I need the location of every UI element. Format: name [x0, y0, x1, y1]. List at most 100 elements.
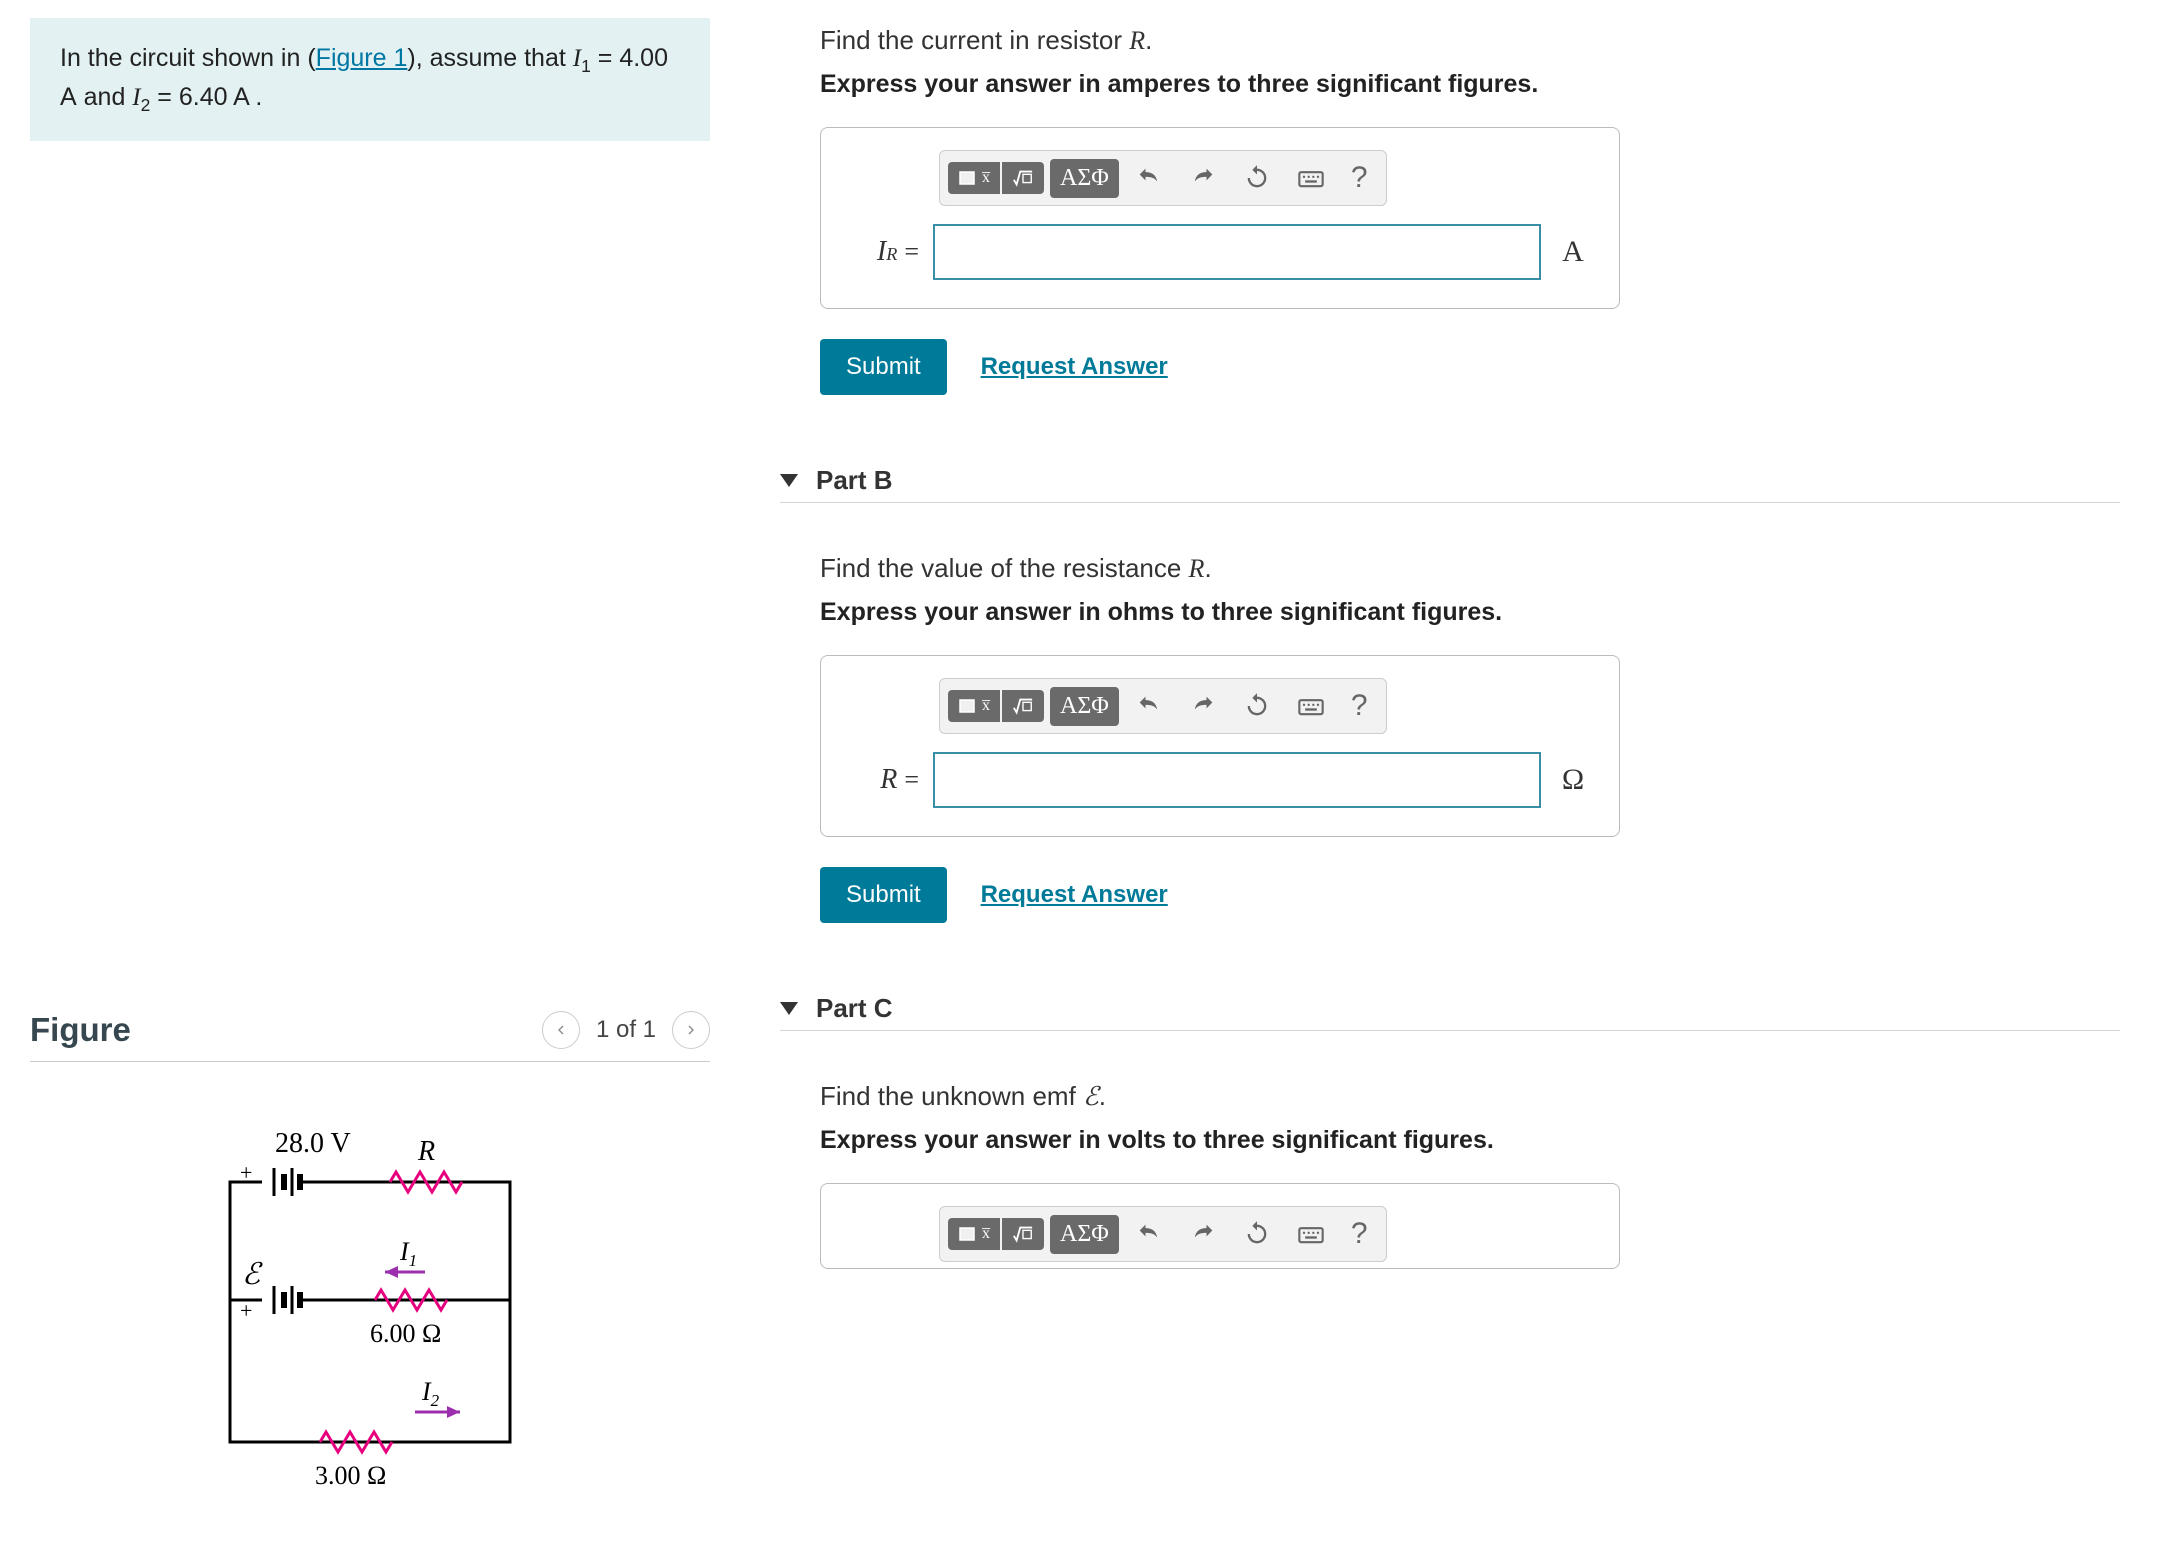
part-c-answer-box: x̅ ΑΣΦ ?: [820, 1183, 1620, 1269]
redo-tool[interactable]: [1179, 688, 1227, 724]
prompt-post: .: [1204, 553, 1211, 583]
help-tool[interactable]: ?: [1341, 685, 1378, 727]
i1-sub: 1: [581, 56, 591, 76]
help-tool[interactable]: ?: [1341, 157, 1378, 199]
part-c-header[interactable]: Part C: [780, 993, 2120, 1031]
prompt-var: R: [1189, 554, 1205, 583]
undo-tool[interactable]: [1125, 688, 1173, 724]
figure-header: Figure 1 of 1: [30, 1011, 710, 1062]
part-b-request-answer[interactable]: Request Answer: [981, 881, 1168, 908]
left-column: In the circuit shown in (Figure 1), assu…: [0, 0, 740, 1541]
problem-statement: In the circuit shown in (Figure 1), assu…: [30, 18, 710, 141]
part-c-body: Find the unknown emf ℰ. Express your ans…: [780, 1041, 2120, 1299]
sqrt-tool[interactable]: [1002, 1218, 1044, 1250]
reset-tool[interactable]: [1233, 160, 1281, 196]
plus-sign-top: +: [240, 1160, 252, 1185]
keyboard-tool[interactable]: [1287, 688, 1335, 724]
template-tool[interactable]: x̅: [948, 690, 1000, 722]
eq1: =: [591, 44, 620, 72]
part-b-unit: Ω: [1555, 763, 1591, 797]
part-a-actions: Submit Request Answer: [820, 339, 2120, 395]
part-a-unit: A: [1555, 235, 1591, 269]
figure-nav: 1 of 1: [542, 1011, 710, 1049]
figure-link[interactable]: Figure 1: [316, 44, 408, 72]
collapse-icon: [780, 474, 798, 487]
r3-label: 3.00 Ω: [315, 1461, 386, 1490]
figure-next-button[interactable]: [672, 1011, 710, 1049]
prompt-text: Find the unknown emf: [820, 1081, 1083, 1111]
collapse-icon: [780, 1002, 798, 1015]
part-b-body: Find the value of the resistance R. Expr…: [780, 513, 2120, 953]
voltage-label: 28.0 V: [275, 1128, 351, 1159]
sqrt-tool[interactable]: [1002, 162, 1044, 194]
part-b-submit-button[interactable]: Submit: [820, 867, 947, 923]
greek-tool[interactable]: ΑΣΦ: [1050, 159, 1119, 198]
part-b-input[interactable]: [933, 752, 1541, 808]
undo-tool[interactable]: [1125, 1216, 1173, 1252]
equation-toolbar: x̅ ΑΣΦ ?: [939, 150, 1387, 206]
prompt-var: ℰ: [1083, 1082, 1099, 1111]
figure-prev-button[interactable]: [542, 1011, 580, 1049]
plus-sign-mid: +: [240, 1298, 252, 1323]
i1-symbol: I: [573, 45, 581, 72]
problem-text: In the circuit shown in (: [60, 44, 316, 72]
part-a-input[interactable]: [933, 224, 1541, 280]
part-a-submit-button[interactable]: Submit: [820, 339, 947, 395]
circuit-diagram: + 28.0 V R + ℰ 6.00 Ω: [200, 1112, 540, 1512]
part-c-instruction: Express your answer in volts to three si…: [820, 1126, 2120, 1155]
part-b-var-label: R =: [849, 764, 919, 796]
part-b-title: Part B: [816, 465, 893, 496]
part-c-title: Part C: [816, 993, 893, 1024]
figure-nav-count: 1 of 1: [596, 1016, 656, 1044]
prompt-post: .: [1145, 25, 1152, 55]
template-tool[interactable]: x̅: [948, 1218, 1000, 1250]
greek-tool[interactable]: ΑΣΦ: [1050, 1215, 1119, 1254]
and-text: and: [77, 83, 133, 111]
r-label: R: [417, 1136, 435, 1167]
part-a-request-answer[interactable]: Request Answer: [981, 353, 1168, 380]
prompt-text: Find the current in resistor: [820, 25, 1129, 55]
part-b-prompt: Find the value of the resistance R.: [820, 553, 2120, 584]
emf-label: ℰ: [242, 1258, 263, 1291]
undo-tool[interactable]: [1125, 160, 1173, 196]
sqrt-tool[interactable]: [1002, 690, 1044, 722]
equation-toolbar-c: x̅ ΑΣΦ ?: [939, 1206, 1387, 1262]
part-a-instruction: Express your answer in amperes to three …: [820, 70, 2120, 99]
part-a-prompt: Find the current in resistor R.: [820, 25, 2120, 56]
part-b-input-row: R = Ω: [849, 752, 1591, 808]
i2-sub: 2: [141, 95, 151, 115]
problem-text-mid: ), assume that: [407, 44, 572, 72]
prompt-post: .: [1099, 1081, 1106, 1111]
period: .: [248, 83, 262, 111]
eq2: =: [150, 83, 179, 111]
i1-label: I1: [399, 1237, 417, 1270]
i1-value: 4.00: [619, 44, 668, 72]
help-tool[interactable]: ?: [1341, 1213, 1378, 1255]
figure-title: Figure: [30, 1011, 131, 1049]
i2-value: 6.40: [179, 83, 228, 111]
i2-label: I2: [421, 1377, 440, 1410]
part-a-body: Find the current in resistor R. Express …: [780, 0, 2120, 425]
part-a-var-label: IR =: [849, 236, 919, 268]
prompt-text: Find the value of the resistance: [820, 553, 1189, 583]
equation-toolbar-b: x̅ ΑΣΦ ?: [939, 678, 1387, 734]
i2-symbol: I: [132, 84, 140, 111]
reset-tool[interactable]: [1233, 688, 1281, 724]
r6-label: 6.00 Ω: [370, 1319, 441, 1348]
keyboard-tool[interactable]: [1287, 160, 1335, 196]
figure-image: + 28.0 V R + ℰ 6.00 Ω: [30, 1112, 710, 1512]
reset-tool[interactable]: [1233, 1216, 1281, 1252]
keyboard-tool[interactable]: [1287, 1216, 1335, 1252]
greek-tool[interactable]: ΑΣΦ: [1050, 687, 1119, 726]
unit-a2: A: [233, 83, 248, 111]
redo-tool[interactable]: [1179, 1216, 1227, 1252]
part-b-header[interactable]: Part B: [780, 465, 2120, 503]
prompt-var: R: [1129, 26, 1145, 55]
template-tool[interactable]: x̅: [948, 162, 1000, 194]
unit-a1: A: [60, 83, 77, 111]
redo-tool[interactable]: [1179, 160, 1227, 196]
part-b-actions: Submit Request Answer: [820, 867, 2120, 923]
right-column: Find the current in resistor R. Express …: [740, 0, 2160, 1541]
part-b-answer-box: x̅ ΑΣΦ ?: [820, 655, 1620, 837]
part-c-prompt: Find the unknown emf ℰ.: [820, 1081, 2120, 1112]
